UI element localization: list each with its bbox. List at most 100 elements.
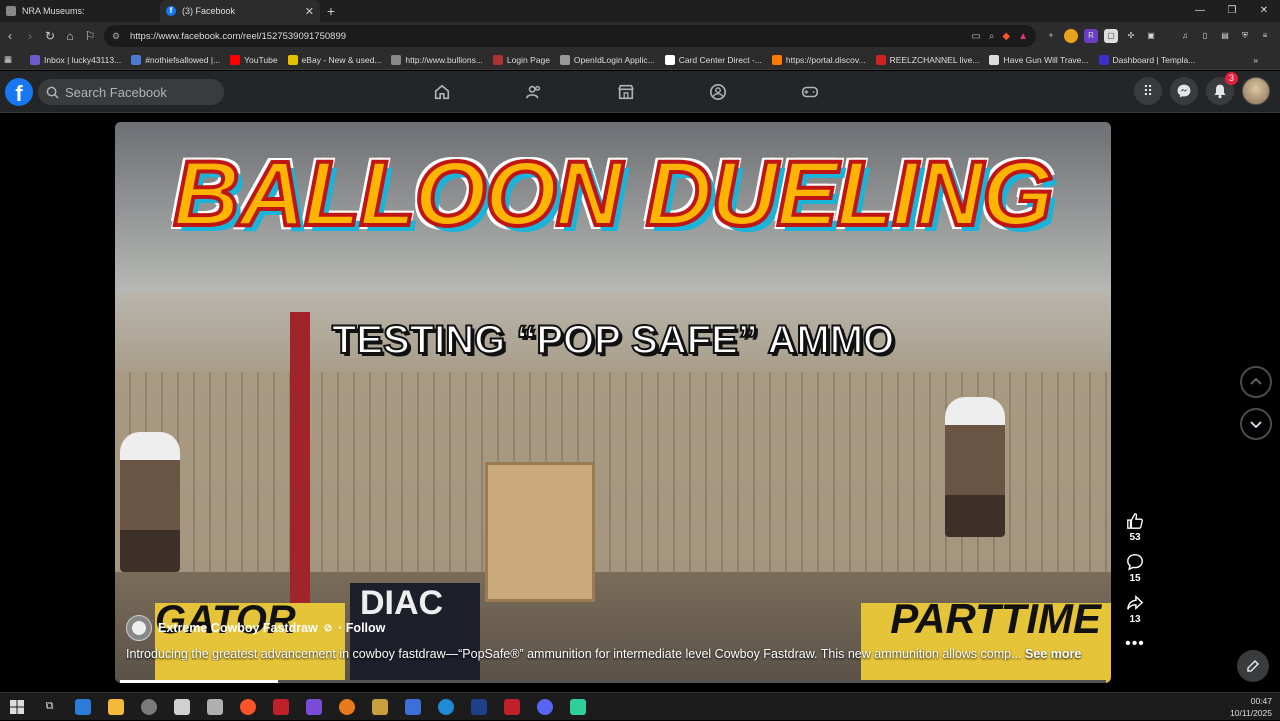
bookmark-item[interactable]: Dashboard | Templa...	[1095, 54, 1200, 65]
gaming-nav-icon[interactable]	[798, 80, 822, 104]
taskbar-app-button[interactable]	[99, 693, 132, 721]
reel-owner: Extreme Cowboy Fastdraw ⊘ · Follow	[126, 615, 385, 641]
facebook-logo-icon[interactable]: f	[5, 78, 33, 106]
taskbar-app-button[interactable]	[198, 693, 231, 721]
new-tab-button[interactable]: +	[320, 3, 342, 19]
site-info-icon[interactable]: ⚙	[112, 31, 130, 42]
bookmark-item[interactable]: Inbox | lucky43113...	[26, 54, 125, 65]
wallet-icon[interactable]: ▤	[1218, 29, 1232, 43]
tab-facebook[interactable]: f (3) Facebook ✕	[160, 0, 320, 22]
bell-icon	[1214, 84, 1226, 99]
apps-grid-icon[interactable]: ▦	[0, 54, 26, 65]
forward-icon[interactable]: ›	[20, 29, 40, 43]
comment-button[interactable]: 15	[1126, 553, 1144, 584]
compose-message-button[interactable]	[1237, 650, 1269, 682]
menu-grid-button[interactable]: ⠿	[1134, 77, 1162, 105]
close-tab-icon[interactable]: ✕	[305, 5, 314, 18]
video-figure-left	[120, 432, 180, 572]
owner-avatar[interactable]	[126, 615, 152, 641]
bookmark-item[interactable]: eBay - New & used...	[284, 54, 386, 65]
taskbar-app-button[interactable]	[231, 693, 264, 721]
restore-icon[interactable]: ❐	[1216, 0, 1248, 22]
see-more-link[interactable]: See more	[1025, 647, 1081, 661]
tab-nra-museums[interactable]: NRA Museums:	[0, 0, 160, 22]
menu-icon[interactable]: ≡	[1258, 29, 1272, 43]
app-icon	[404, 698, 421, 715]
puzzle-icon[interactable]: ✣	[1124, 29, 1138, 43]
tab-title: NRA Museums:	[22, 6, 85, 16]
brave-shield-icon[interactable]: ◆	[1002, 31, 1010, 42]
vpn-icon[interactable]: ⛨	[1238, 29, 1252, 43]
owner-name[interactable]: Extreme Cowboy Fastdraw	[158, 621, 318, 635]
bookmark-item[interactable]: http://www.bullions...	[387, 54, 486, 65]
taskbar-app-button[interactable]	[264, 693, 297, 721]
notifications-button[interactable]: 3	[1206, 72, 1238, 105]
bookmark-label: REELZCHANNEL live...	[889, 54, 980, 65]
follow-link[interactable]: · Follow	[338, 621, 385, 635]
url-field[interactable]: ⚙ https://www.facebook.com/reel/15275390…	[104, 25, 1036, 47]
comment-icon	[1127, 554, 1143, 571]
home-icon[interactable]: ⌂	[60, 29, 80, 43]
bookmark-label: YouTube	[244, 54, 278, 65]
taskbar-app-button[interactable]	[429, 693, 462, 721]
taskbar-app-button[interactable]	[297, 693, 330, 721]
brave-rewards-icon[interactable]: ▲	[1018, 31, 1028, 42]
search-input[interactable]: Search Facebook	[38, 79, 224, 105]
profile-avatar[interactable]	[1242, 77, 1270, 105]
groups-nav-icon[interactable]	[706, 80, 730, 104]
extension-icon[interactable]: R	[1084, 29, 1098, 43]
bookmark-item[interactable]: #nothiefsallowed |...	[127, 54, 224, 65]
bookmark-favicon-icon	[875, 54, 886, 65]
minimize-icon[interactable]: —	[1184, 0, 1216, 22]
bookmark-item[interactable]: https://portal.discov...	[768, 54, 870, 65]
bookmark-icon[interactable]: ⚐	[80, 29, 100, 43]
bookmark-label: Login Page	[506, 54, 550, 65]
back-icon[interactable]: ‹	[0, 29, 20, 43]
taskbar-app-button[interactable]	[396, 693, 429, 721]
bookmark-item[interactable]: OpenIdLogin Applic...	[556, 54, 659, 65]
reel-video[interactable]: GATOR DIAC PARTTIME BALLOON DUELING TEST…	[115, 122, 1111, 683]
start-button[interactable]	[0, 693, 33, 721]
more-bookmarks-icon[interactable]: »	[1249, 55, 1262, 65]
taskbar-app-button[interactable]	[561, 693, 594, 721]
bookmark-item[interactable]: Login Page	[489, 54, 554, 65]
bookmark-item[interactable]: REELZCHANNEL live...	[872, 54, 984, 65]
taskbar-app-button[interactable]	[330, 693, 363, 721]
system-clock[interactable]: 00:47 10/11/2025	[1230, 695, 1272, 719]
close-window-icon[interactable]: ✕	[1248, 0, 1280, 22]
previous-reel-button[interactable]	[1240, 366, 1272, 398]
extension-icon[interactable]	[1064, 29, 1078, 43]
comment-count: 15	[1129, 573, 1141, 584]
sidebar-icon[interactable]: ▯	[1198, 29, 1212, 43]
extension-icon[interactable]: ✦	[1044, 29, 1058, 43]
marketplace-nav-icon[interactable]	[614, 80, 638, 104]
media-icon[interactable]: ♫	[1178, 29, 1192, 43]
like-button[interactable]: 53	[1126, 512, 1144, 543]
taskbar-app-button[interactable]	[528, 693, 561, 721]
messenger-button[interactable]	[1170, 77, 1198, 105]
taskbar-app-button[interactable]	[462, 693, 495, 721]
video-progress-bar[interactable]	[120, 680, 1106, 683]
taskbar-app-button[interactable]	[363, 693, 396, 721]
extension-icon[interactable]: ▣	[1144, 29, 1158, 43]
bookmark-label: Dashboard | Templa...	[1112, 54, 1196, 65]
taskbar-app-button[interactable]	[132, 693, 165, 721]
friends-nav-icon[interactable]	[522, 80, 546, 104]
next-reel-button[interactable]	[1240, 408, 1272, 440]
zoom-icon[interactable]: ⌕	[989, 31, 995, 42]
more-options-button[interactable]: •••	[1125, 635, 1145, 653]
share-button[interactable]: 13	[1126, 594, 1144, 625]
bookmark-item[interactable]: Card Center Direct -...	[661, 54, 766, 65]
extension-icon[interactable]: ▢	[1104, 29, 1118, 43]
bookmark-item[interactable]: YouTube	[226, 54, 281, 65]
cast-icon[interactable]: ▭	[971, 31, 980, 42]
taskbar-app-button[interactable]	[165, 693, 198, 721]
taskbar-app-button[interactable]	[495, 693, 528, 721]
taskbar-app-button[interactable]	[66, 693, 99, 721]
video-scene-door	[485, 462, 595, 602]
home-nav-icon[interactable]	[430, 80, 454, 104]
bookmark-item[interactable]: Have Gun Will Trave...	[985, 54, 1092, 65]
bookmark-label: #nothiefsallowed |...	[145, 54, 221, 65]
reload-icon[interactable]: ↻	[40, 29, 60, 43]
task-view-button[interactable]: ⧉	[33, 693, 66, 721]
